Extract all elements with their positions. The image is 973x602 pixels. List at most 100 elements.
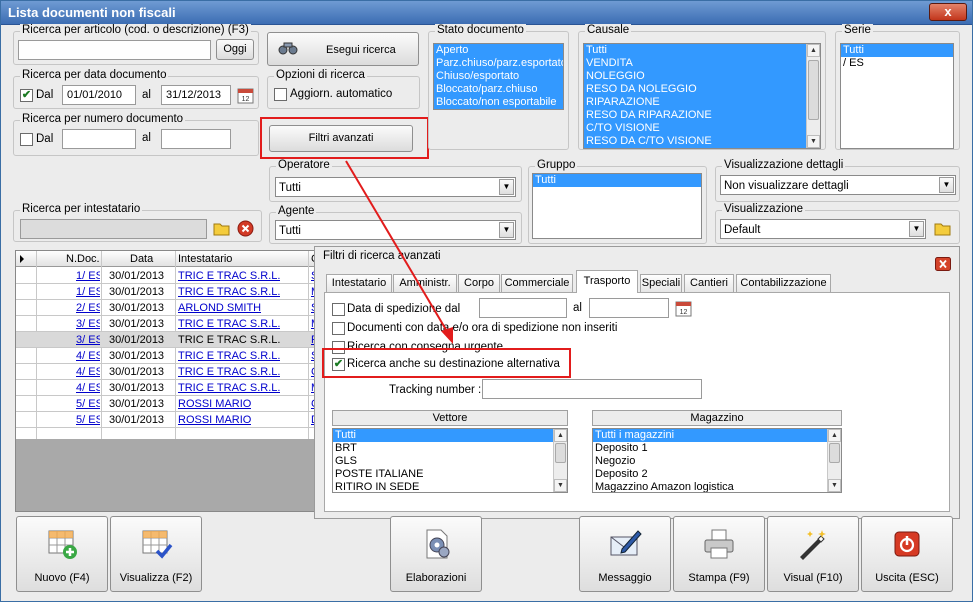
list-item[interactable]: Tutti <box>841 44 953 57</box>
list-item[interactable]: Deposito 2 <box>593 468 841 481</box>
scroll-thumb[interactable] <box>829 443 840 463</box>
causale-scrollbar[interactable]: ▲ ▼ <box>806 44 820 148</box>
list-item[interactable]: RESO DA C/TO VISIONE <box>584 135 820 148</box>
gruppo-list[interactable]: Tutti <box>532 173 702 239</box>
tab-contabilizzazione[interactable]: Contabilizzazione <box>736 274 831 292</box>
list-item[interactable]: BRT <box>333 442 567 455</box>
date-from-input[interactable]: 01/01/2010 <box>62 85 136 105</box>
list-item[interactable]: NOLEGGIO <box>584 70 820 83</box>
agente-select[interactable]: Tutti ▼ <box>275 220 516 240</box>
chevron-down-icon[interactable]: ▼ <box>909 221 924 237</box>
exec-search-button[interactable]: Esegui ricerca <box>267 32 419 66</box>
date-from-checkbox[interactable]: ✔ <box>20 89 33 102</box>
visualizzazione-select[interactable]: Default ▼ <box>720 219 926 239</box>
grid-cell-ndoc[interactable]: 1/ ES <box>76 270 100 282</box>
table-row[interactable]: 5/ ES30/01/2013ROSSI MARIOC <box>16 396 314 412</box>
folder-icon[interactable] <box>213 220 230 237</box>
list-item[interactable]: Bloccato/parz.chiuso <box>434 83 563 96</box>
tab-speciali[interactable]: Speciali <box>640 274 682 292</box>
grid-cell-ndoc[interactable]: 3/ ES <box>76 318 100 330</box>
list-item[interactable]: Tutti <box>584 44 820 57</box>
grid-cell-ndoc[interactable]: 4/ ES <box>76 366 100 378</box>
list-item[interactable]: / ES <box>841 57 953 70</box>
grid-cell-holder[interactable]: ARLOND SMITH <box>178 302 261 314</box>
chevron-down-icon[interactable]: ▼ <box>939 177 954 193</box>
table-row[interactable]: 4/ ES30/01/2013TRIC E TRAC S.R.L.M <box>16 380 314 396</box>
table-row[interactable]: 4/ ES30/01/2013TRIC E TRAC S.R.L.C <box>16 364 314 380</box>
grid-cell-holder[interactable]: ROSSI MARIO <box>178 398 251 410</box>
list-item[interactable]: RIPARAZIONE <box>584 96 820 109</box>
no-ship-date-checkbox[interactable] <box>332 322 345 335</box>
list-item[interactable]: Tutti i magazzini <box>593 429 841 442</box>
number-from-input[interactable] <box>62 129 136 149</box>
doc-state-list[interactable]: Aperto Parz.chiuso/parz.esportato Chiuso… <box>433 43 564 110</box>
list-item[interactable]: Negozio <box>593 455 841 468</box>
grid-cell-holder[interactable]: TRIC E TRAC S.R.L. <box>178 270 280 282</box>
list-item[interactable]: POSTE ITALIANE <box>333 468 567 481</box>
table-row[interactable]: 1/ ES30/01/2013TRIC E TRAC S.R.L.M <box>16 284 314 300</box>
search-article-input[interactable] <box>18 40 211 60</box>
list-item[interactable]: Tutti <box>533 174 701 187</box>
exit-button[interactable]: Uscita (ESC) <box>861 516 953 592</box>
list-item[interactable]: Tutti <box>333 429 567 442</box>
grid-cell-ndoc[interactable]: 5/ ES <box>76 398 100 410</box>
number-to-input[interactable] <box>161 129 231 149</box>
tab-commerciale[interactable]: Commerciale <box>501 274 573 292</box>
calendar-icon[interactable]: 12 <box>675 300 692 317</box>
documents-grid[interactable]: N.Doc. Data Intestatario C 1/ ES 30/01/20… <box>15 250 315 512</box>
tab-amministr[interactable]: Amministr. <box>393 274 457 292</box>
grid-cell-ndoc[interactable]: 2/ ES <box>76 302 100 314</box>
grid-cell-holder[interactable]: ROSSI MARIO <box>178 414 251 426</box>
grid-cell-ndoc[interactable]: 1/ ES <box>76 286 100 298</box>
column-header-ndoc[interactable]: N.Doc. <box>66 253 100 265</box>
table-row[interactable]: 2/ ES30/01/2013ARLOND SMITHS <box>16 300 314 316</box>
table-row[interactable]: 3/ ES30/01/2013TRIC E TRAC S.R.L.F <box>16 332 314 348</box>
visual-button[interactable]: Visual (F10) <box>767 516 859 592</box>
new-button[interactable]: Nuovo (F4) <box>16 516 108 592</box>
list-item[interactable]: Aperto <box>434 44 563 57</box>
grid-cell-ndoc[interactable]: 4/ ES <box>76 382 100 394</box>
table-row[interactable]: 3/ ES30/01/2013TRIC E TRAC S.R.L.M <box>16 316 314 332</box>
scroll-up-icon[interactable]: ▲ <box>828 429 841 442</box>
grid-cell-holder[interactable]: TRIC E TRAC S.R.L. <box>178 286 280 298</box>
message-button[interactable]: Messaggio <box>579 516 671 592</box>
vettore-scrollbar[interactable]: ▲ ▼ <box>553 429 567 492</box>
date-to-input[interactable]: 31/12/2013 <box>161 85 231 105</box>
ship-date-from-input[interactable] <box>479 298 567 318</box>
grid-cell-holder[interactable]: TRIC E TRAC S.R.L. <box>178 318 280 330</box>
scroll-thumb[interactable] <box>555 443 566 463</box>
close-icon[interactable] <box>935 257 951 271</box>
causale-list[interactable]: Tutti VENDITA NOLEGGIO RESO DA NOLEGGIO … <box>583 43 821 149</box>
folder-icon[interactable] <box>934 220 951 237</box>
vettore-list[interactable]: Tutti BRT GLS POSTE ITALIANE RITIRO IN S… <box>332 428 568 493</box>
number-from-checkbox[interactable] <box>20 133 33 146</box>
calendar-icon[interactable]: 12 <box>237 87 254 104</box>
scroll-up-icon[interactable]: ▲ <box>554 429 567 442</box>
scroll-down-icon[interactable]: ▼ <box>828 479 841 492</box>
tab-corpo[interactable]: Corpo <box>458 274 500 292</box>
table-row[interactable]: 5/ ES30/01/2013ROSSI MARIOD <box>16 412 314 428</box>
list-item[interactable]: Deposito 1 <box>593 442 841 455</box>
magazzino-list[interactable]: Tutti i magazzini Deposito 1 Negozio Dep… <box>592 428 842 493</box>
ship-date-checkbox[interactable] <box>332 303 345 316</box>
list-item[interactable]: RESO DA RIPARAZIONE <box>584 109 820 122</box>
scroll-down-icon[interactable]: ▼ <box>807 135 820 148</box>
ship-date-to-input[interactable] <box>589 298 669 318</box>
tab-cantieri[interactable]: Cantieri <box>684 274 734 292</box>
print-button[interactable]: Stampa (F9) <box>673 516 765 592</box>
search-holder-input[interactable] <box>20 219 207 239</box>
list-item[interactable]: RITIRO IN SEDE <box>333 481 567 492</box>
list-item[interactable]: RESO DA NOLEGGIO <box>584 83 820 96</box>
today-button[interactable]: Oggi <box>216 39 254 60</box>
grid-cell-holder[interactable]: TRIC E TRAC S.R.L. <box>178 334 280 346</box>
window-close-button[interactable]: x <box>929 3 967 21</box>
tab-intestatario[interactable]: Intestatario <box>326 274 392 292</box>
scroll-up-icon[interactable]: ▲ <box>807 44 820 57</box>
grid-cell-ndoc[interactable]: 4/ ES <box>76 350 100 362</box>
list-item[interactable]: Magazzino Amazon logistica <box>593 481 841 492</box>
chevron-down-icon[interactable]: ▼ <box>499 179 514 195</box>
list-item[interactable]: GLS <box>333 455 567 468</box>
tracking-input[interactable] <box>482 379 702 399</box>
operatore-select[interactable]: Tutti ▼ <box>275 177 516 197</box>
table-row[interactable]: 4/ ES30/01/2013TRIC E TRAC S.R.L.S <box>16 348 314 364</box>
